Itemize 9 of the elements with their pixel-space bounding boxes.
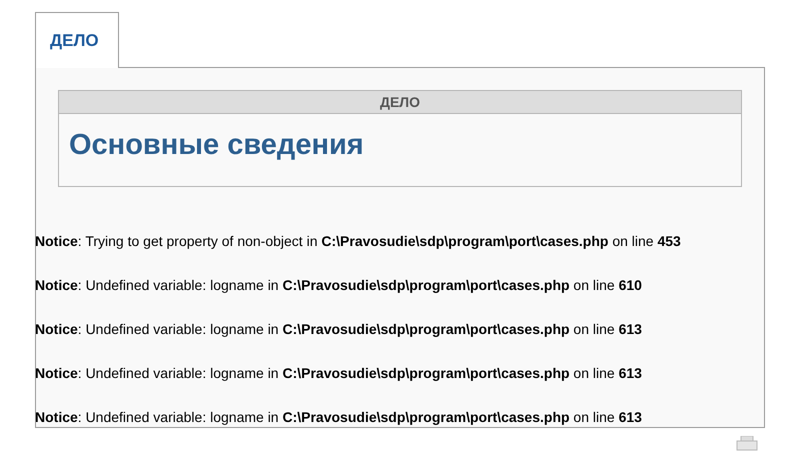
notice-message: Notice: Undefined variable: logname in C:\Pravosudie\sdp\program\port\cases.php on line 613 <box>35 408 643 426</box>
notice-message: Notice: Undefined variable: logname in C:\Pravosudie\sdp\program\port\cases.php on line 613 <box>35 364 643 382</box>
tab[interactable]: ДЕЛО <box>35 12 119 68</box>
notice-message: Notice: Undefined variable: logname in C:\Pravosudie\sdp\program\port\cases.php on line 613 <box>35 320 643 338</box>
printer-icon <box>736 436 758 451</box>
section-header: ДЕЛО <box>59 91 741 114</box>
notice-message: Notice: Trying to get property of non-object in C:\Pravosudie\sdp\program\port\cases.php on line 453 <box>35 232 682 250</box>
notice-message: Notice: Undefined variable: logname in C:\Pravosudie\sdp\program\port\cases.php on line 610 <box>35 276 643 294</box>
section-title: Основные сведения <box>68 128 365 163</box>
